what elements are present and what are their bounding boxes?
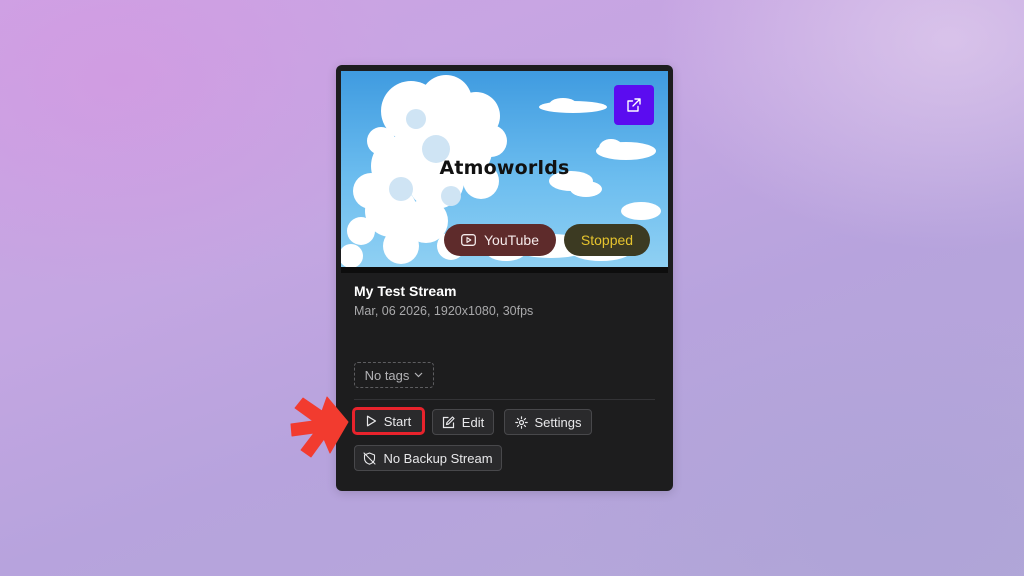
stream-meta: Mar, 06 2026, 1920x1080, 30fps — [354, 304, 534, 318]
edit-button[interactable]: Edit — [432, 409, 494, 435]
tags-dropdown[interactable]: No tags — [354, 362, 434, 388]
divider — [354, 399, 655, 400]
status-label: Stopped — [580, 232, 634, 248]
stream-info: My Test Stream Mar, 06 2026, 1920x1080, … — [354, 283, 655, 318]
shield-off-icon — [363, 451, 376, 465]
gear-icon — [514, 415, 528, 429]
youtube-icon — [461, 234, 476, 246]
pointer-arrow-icon — [290, 396, 349, 458]
backup-label: No Backup Stream — [383, 450, 493, 466]
backup-stream-button[interactable]: No Backup Stream — [354, 445, 502, 471]
chevron-down-icon — [414, 372, 423, 378]
status-badge: Stopped — [564, 224, 650, 256]
stream-thumbnail[interactable]: Atmoworlds YouTube Stopped — [341, 71, 668, 273]
platform-badge: YouTube — [444, 224, 556, 256]
edit-icon — [442, 415, 455, 428]
external-link-icon — [627, 98, 641, 112]
platform-label: YouTube — [483, 232, 539, 248]
settings-label: Settings — [534, 414, 582, 430]
open-external-button[interactable] — [614, 85, 654, 125]
play-icon — [366, 415, 376, 427]
thumbnail-title: Atmoworlds — [439, 157, 570, 179]
stream-card: Atmoworlds YouTube Stopped My Test Strea… — [336, 65, 673, 491]
settings-button[interactable]: Settings — [504, 409, 592, 435]
start-label: Start — [383, 413, 412, 429]
stream-title: My Test Stream — [354, 283, 457, 299]
tags-label: No tags — [364, 367, 410, 383]
start-button[interactable]: Start — [353, 408, 424, 434]
edit-label: Edit — [461, 414, 485, 430]
